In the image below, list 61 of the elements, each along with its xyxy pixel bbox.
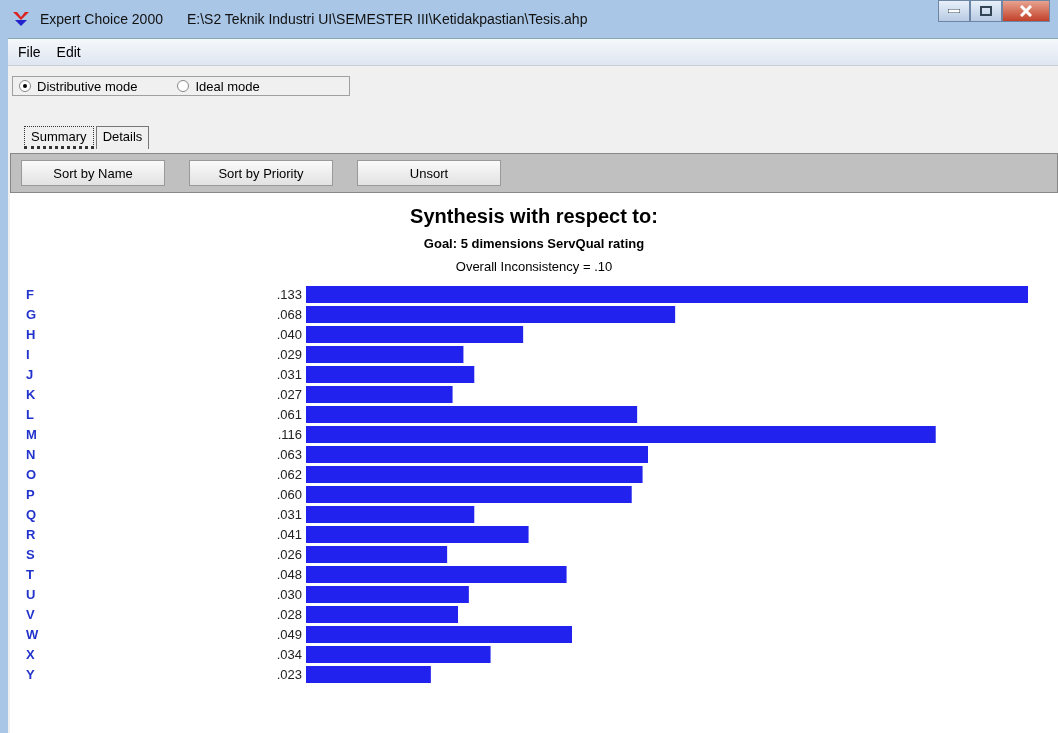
value-label: .029	[276, 347, 302, 362]
value-label: .041	[276, 527, 302, 542]
category-label: I	[26, 347, 30, 362]
category-label: V	[26, 607, 35, 622]
tab[interactable]: Details	[95, 126, 150, 149]
category-label: F	[26, 287, 34, 302]
sort-button[interactable]: Sort by Priority	[189, 160, 333, 186]
tab[interactable]: Summary	[24, 126, 94, 149]
minimize-button[interactable]	[938, 0, 970, 22]
app-logo-icon	[12, 11, 30, 27]
category-label: G	[26, 307, 37, 322]
value-label: .063	[276, 447, 302, 462]
category-label: T	[26, 567, 34, 582]
category-label: H	[26, 327, 36, 342]
category-label: M	[26, 427, 37, 442]
mode-radio[interactable]: Ideal mode	[177, 78, 260, 94]
value-label: .031	[276, 507, 302, 522]
value-label: .062	[276, 467, 302, 482]
sort-button[interactable]: Sort by Name	[21, 160, 165, 186]
mode-radio[interactable]: Distributive mode	[19, 78, 138, 94]
category-label: S	[26, 547, 35, 562]
value-label: .023	[276, 667, 302, 682]
value-label: .030	[276, 587, 302, 602]
chart-heading: Synthesis with respect to:	[410, 205, 658, 228]
category-label: N	[26, 447, 36, 462]
value-label: .026	[276, 547, 302, 562]
category-label: X	[26, 647, 35, 662]
value-label: .060	[276, 487, 302, 502]
category-label: W	[26, 627, 39, 642]
value-label: .034	[276, 647, 302, 662]
value-label: .133	[276, 287, 302, 302]
value-label: .048	[276, 567, 302, 582]
maximize-icon	[980, 6, 992, 16]
menu-item[interactable]: Edit	[56, 44, 81, 60]
value-label: .028	[276, 607, 302, 622]
inconsistency-label: Overall Inconsistency = .10	[455, 259, 613, 274]
category-label: R	[26, 527, 36, 542]
value-label: .027	[276, 387, 302, 402]
file-path: E:\S2 Teknik Industri UI\SEMESTER III\Ketidakpastian\Tesis.ahp	[186, 11, 588, 27]
category-label: U	[26, 587, 36, 602]
category-label: K	[26, 387, 36, 402]
menu-item[interactable]: File	[18, 44, 41, 60]
category-label: J	[26, 367, 34, 382]
goal-label: Goal: 5 dimensions ServQual rating	[423, 236, 645, 251]
category-label: O	[26, 467, 37, 482]
window-title: Expert Choice 2000	[40, 11, 163, 27]
value-label: .068	[276, 307, 302, 322]
category-label: Q	[26, 507, 37, 522]
value-label: .031	[276, 367, 302, 382]
category-label: Y	[26, 667, 35, 682]
close-button[interactable]	[1002, 0, 1050, 22]
value-label: .040	[276, 327, 302, 342]
value-label: .061	[276, 407, 302, 422]
maximize-button[interactable]	[970, 0, 1002, 22]
close-icon	[1020, 5, 1032, 17]
category-label: P	[26, 487, 35, 502]
value-label: .116	[277, 427, 302, 442]
sort-button[interactable]: Unsort	[357, 160, 501, 186]
minimize-icon	[948, 9, 960, 13]
category-label: L	[26, 407, 34, 422]
value-label: .049	[276, 627, 302, 642]
